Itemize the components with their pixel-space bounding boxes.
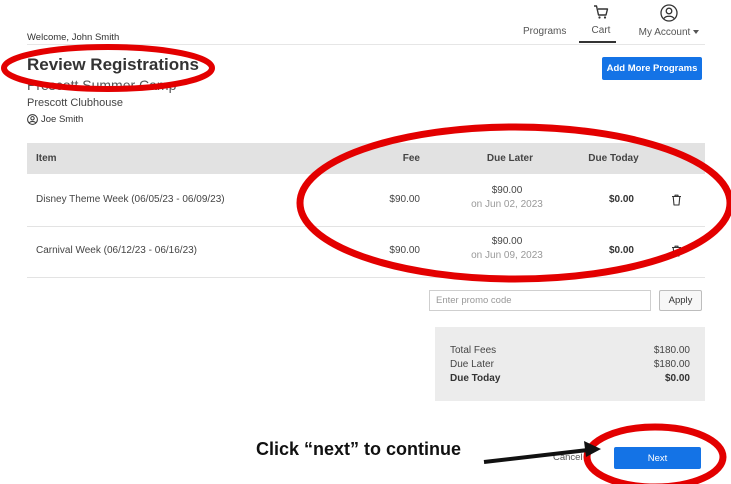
- chevron-down-icon: [693, 30, 700, 35]
- program-name: Prescott Summer Camp: [27, 77, 177, 93]
- summary-label: Total Fees: [450, 345, 497, 356]
- summary-value: $180.00: [653, 345, 690, 356]
- summary-value: $0.00: [664, 373, 690, 384]
- participant-name: Joe Smith: [41, 114, 84, 125]
- apply-promo-button[interactable]: Apply: [659, 290, 702, 311]
- due-later-amount: $90.00: [491, 185, 523, 196]
- summary-due-today: Due Today $0.00: [450, 373, 690, 384]
- summary-value: $180.00: [653, 359, 690, 370]
- table-header: Item Fee Due Later Due Today: [27, 143, 705, 174]
- order-summary: Total Fees $180.00 Due Later $180.00 Due…: [435, 327, 705, 401]
- active-tab-indicator: [579, 41, 616, 43]
- nav-account-menu[interactable]: My Account: [631, 4, 707, 38]
- remove-item-button[interactable]: [671, 194, 682, 209]
- user-icon: [660, 4, 678, 22]
- program-location: Prescott Clubhouse: [27, 97, 123, 109]
- annotation-instruction: Click “next” to continue: [256, 439, 462, 459]
- cancel-link[interactable]: Cancel: [553, 452, 583, 463]
- summary-due-later: Due Later $180.00: [450, 359, 690, 370]
- row-due-today: $0.00: [608, 245, 634, 256]
- column-due-later: Due Later: [486, 153, 533, 164]
- summary-label: Due Later: [450, 359, 494, 370]
- due-later-date: on Jun 09, 2023: [471, 250, 543, 261]
- nav-account-label: My Account: [638, 27, 691, 38]
- row-fee: $90.00: [389, 194, 420, 205]
- nav-cart-link[interactable]: Cart: [587, 4, 615, 36]
- header-divider: [27, 44, 705, 45]
- due-later-date: on Jun 02, 2023: [471, 199, 543, 210]
- promo-code-input[interactable]: Enter promo code: [429, 290, 651, 311]
- table-row: Carnival Week (06/12/23 - 06/16/23) $90.…: [27, 226, 705, 278]
- welcome-text: Welcome, John Smith: [27, 32, 120, 43]
- row-due-later: $90.00 on Jun 02, 2023: [457, 184, 557, 212]
- row-item: Carnival Week (06/12/23 - 06/16/23): [36, 245, 198, 256]
- nav-cart-label: Cart: [591, 25, 611, 36]
- row-fee: $90.00: [389, 245, 420, 256]
- cart-icon: [594, 5, 609, 19]
- trash-icon: [672, 245, 681, 257]
- row-due-today: $0.00: [608, 194, 634, 205]
- row-due-later: $90.00 on Jun 09, 2023: [457, 235, 557, 263]
- column-due-today: Due Today: [588, 153, 639, 164]
- summary-total-fees: Total Fees $180.00: [450, 345, 690, 356]
- user-icon: [27, 114, 38, 125]
- trash-icon: [672, 194, 681, 206]
- page-title: Review Registrations: [27, 55, 199, 74]
- participant: Joe Smith: [27, 114, 83, 125]
- summary-label: Due Today: [450, 373, 501, 384]
- nav-programs-link[interactable]: Programs: [523, 26, 566, 37]
- column-fee: Fee: [402, 153, 420, 164]
- column-item: Item: [36, 153, 57, 164]
- add-more-programs-button[interactable]: Add More Programs: [602, 57, 702, 80]
- remove-item-button[interactable]: [671, 245, 682, 260]
- annotation-arrow-head: [584, 441, 601, 457]
- due-later-amount: $90.00: [491, 236, 523, 247]
- table-row: Disney Theme Week (06/05/23 - 06/09/23) …: [27, 175, 705, 227]
- row-item: Disney Theme Week (06/05/23 - 06/09/23): [36, 194, 225, 205]
- next-button[interactable]: Next: [614, 447, 701, 469]
